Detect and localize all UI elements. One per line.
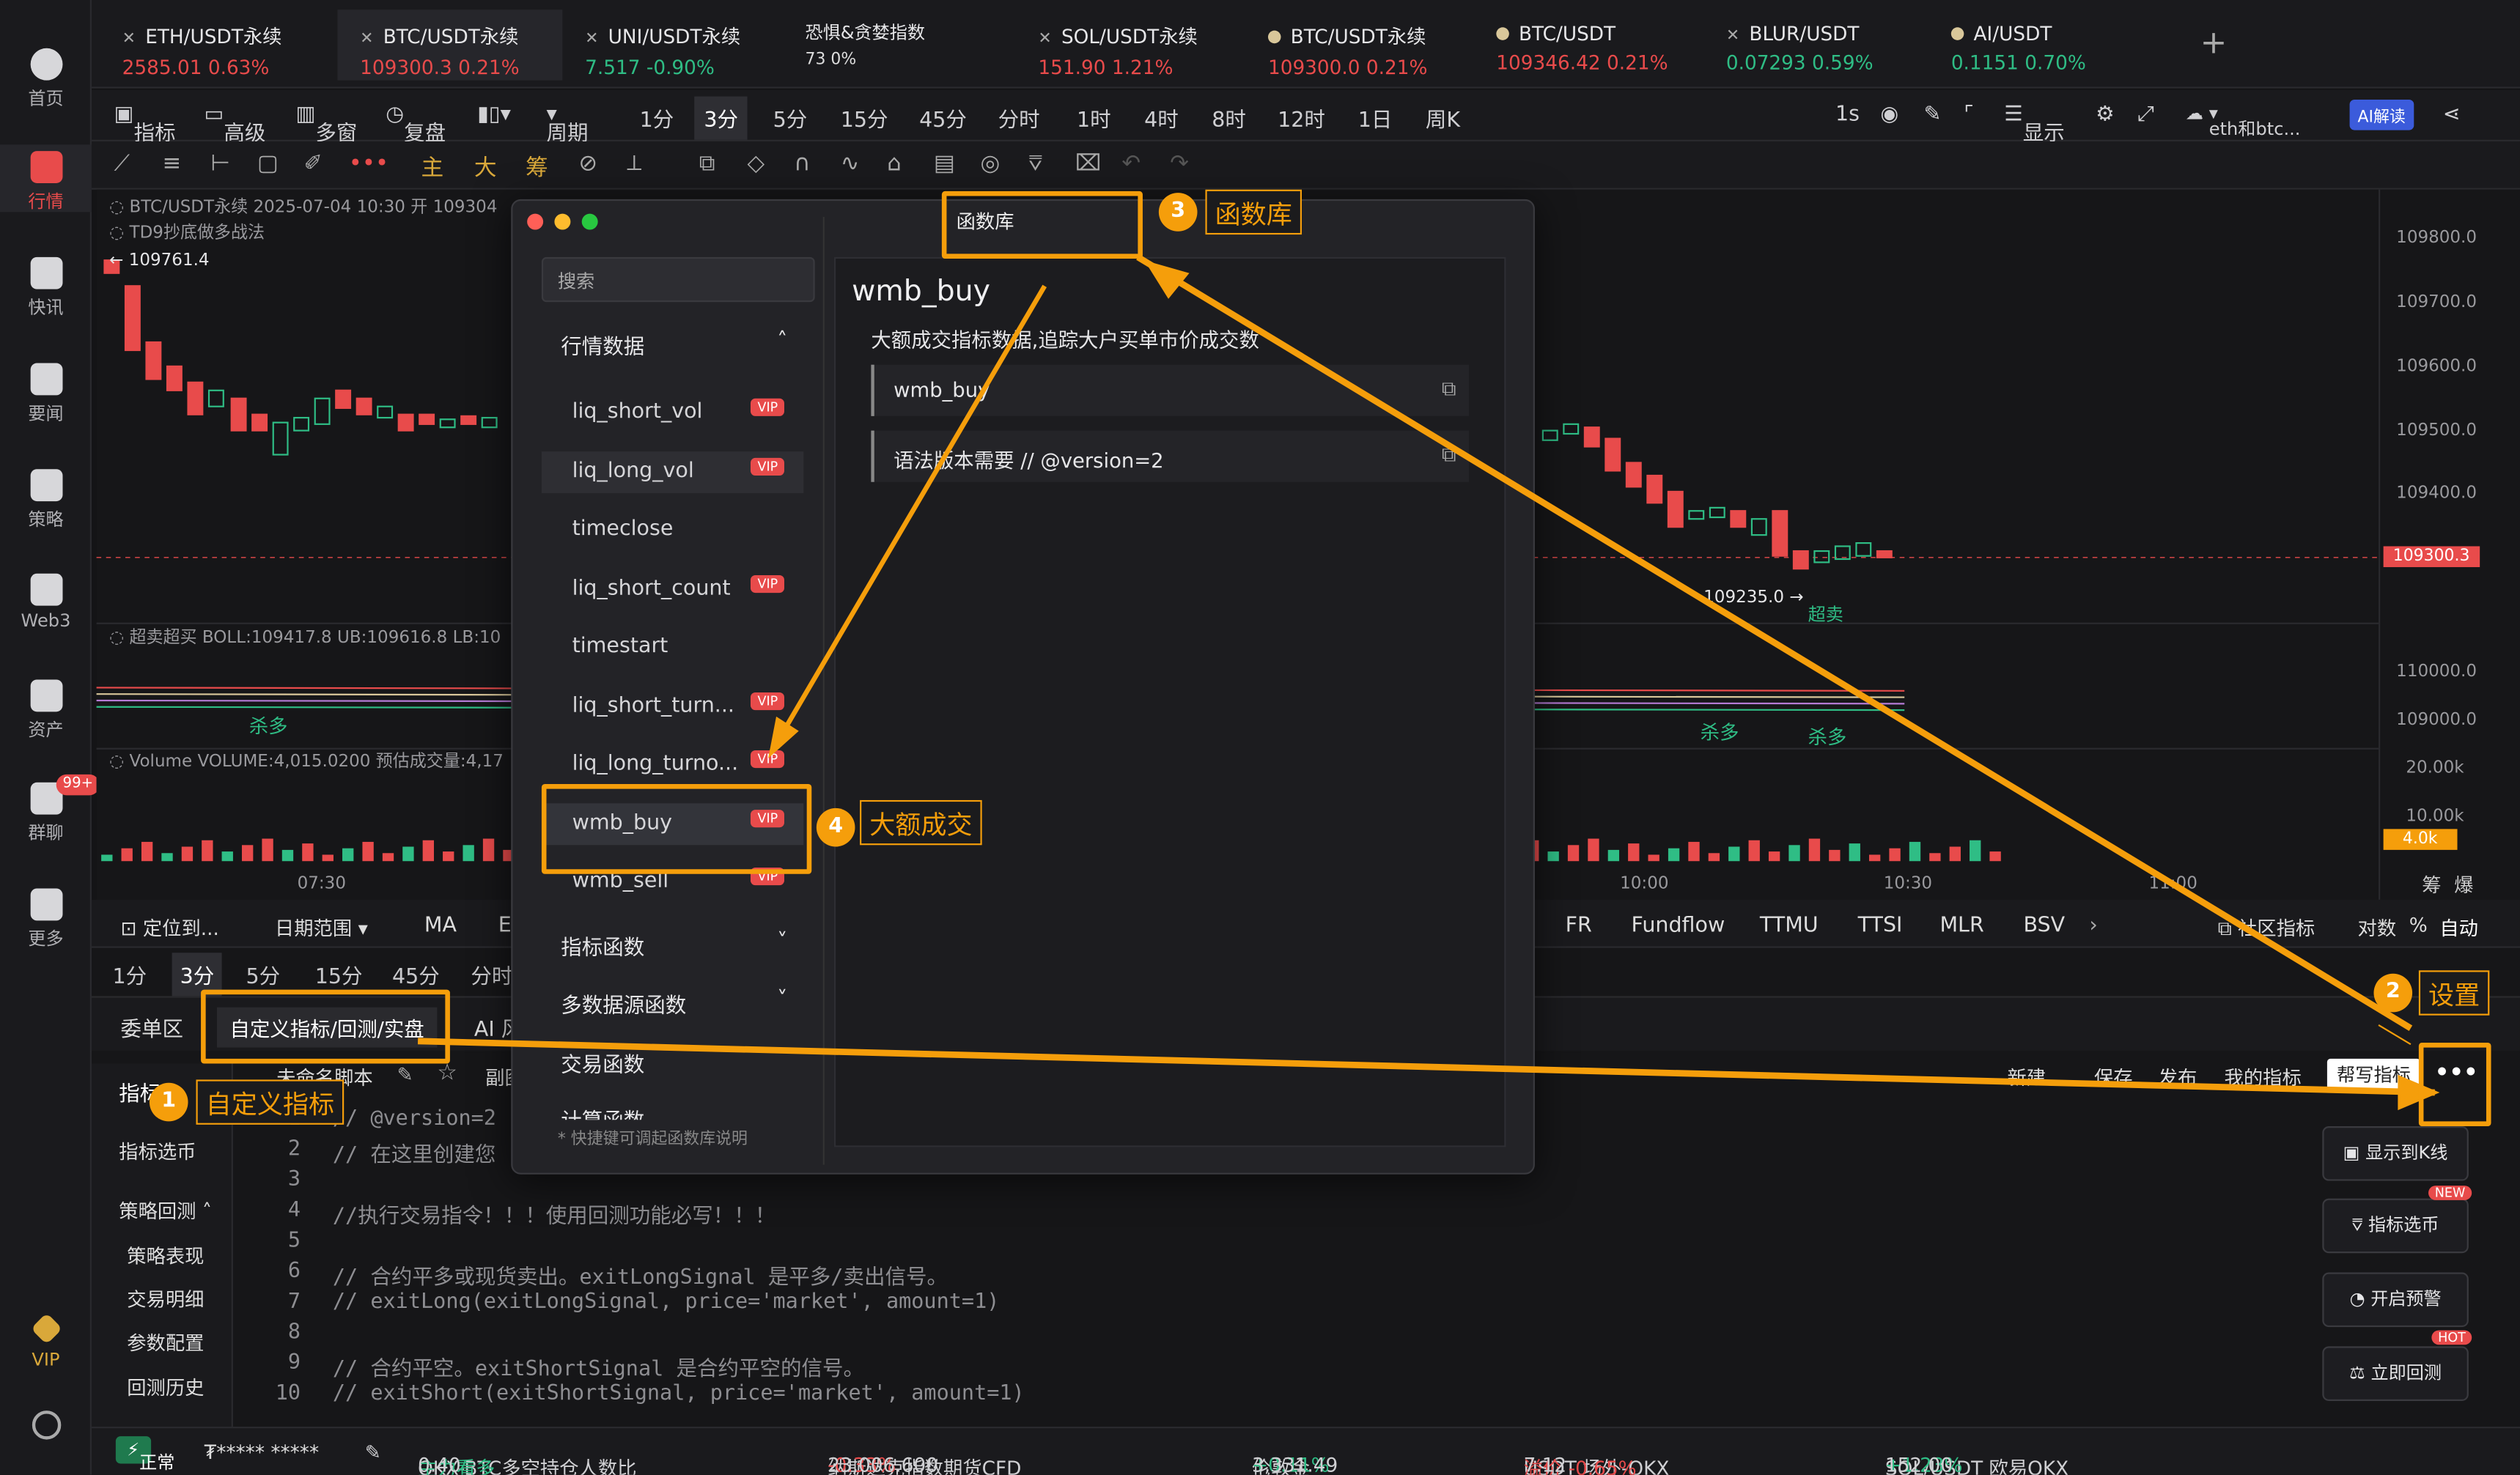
callout-number: 2 xyxy=(2373,973,2413,1013)
highlight-more-button xyxy=(2418,1042,2491,1127)
callout-number: 4 xyxy=(816,807,855,847)
callout-label: 大额成交 xyxy=(860,799,982,846)
callout-label: 设置 xyxy=(2418,970,2490,1016)
highlight-wmb-buy xyxy=(541,783,812,874)
callout-number: 1 xyxy=(149,1082,188,1122)
callout-label: 函数库 xyxy=(1205,189,1303,235)
callout-number: 3 xyxy=(1158,193,1198,232)
callout-label: 自定义指标 xyxy=(196,1079,345,1125)
highlight-function-library xyxy=(941,191,1143,259)
highlight-custom-indicator-tab xyxy=(201,989,450,1064)
